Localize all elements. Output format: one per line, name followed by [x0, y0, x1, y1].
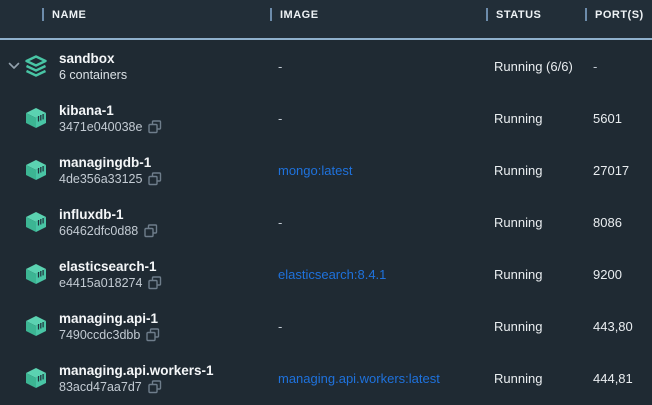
- container-row-managing-api-workers-1[interactable]: managing.api.workers-1 83acd47aa7d7 mana…: [0, 352, 652, 404]
- copy-id-button[interactable]: [148, 172, 162, 186]
- container-image: -: [270, 215, 486, 230]
- container-status: Running: [486, 111, 585, 126]
- copy-id-button[interactable]: [148, 276, 162, 290]
- copy-icon: [144, 224, 158, 238]
- container-ports: 9200: [585, 267, 652, 282]
- column-header-image[interactable]: IMAGE: [270, 0, 486, 38]
- container-image-link[interactable]: mongo:latest: [278, 163, 352, 178]
- copy-id-button[interactable]: [144, 224, 158, 238]
- container-cube-icon: [24, 107, 48, 129]
- container-cube-icon: [24, 315, 48, 337]
- container-name-cell: managing.api.workers-1 83acd47aa7d7: [0, 362, 270, 395]
- container-row-managingdb-1[interactable]: managingdb-1 4de356a33125 mongo:latest R…: [0, 144, 652, 196]
- container-ports: 27017: [585, 163, 652, 178]
- column-divider: [486, 8, 488, 21]
- container-name-cell: managing.api-1 7490ccdc3dbb: [0, 310, 270, 343]
- container-ports: 5601: [585, 111, 652, 126]
- container-name: kibana-1: [59, 102, 162, 119]
- container-name: influxdb-1: [59, 206, 158, 223]
- table-header: NAME IMAGE STATUS PORT(S): [0, 0, 652, 40]
- column-header-ports[interactable]: PORT(S): [585, 0, 652, 38]
- column-header-status-label: STATUS: [496, 9, 541, 21]
- container-name-cell: influxdb-1 66462dfc0d88: [0, 206, 270, 239]
- container-id: 7490ccdc3dbb: [59, 327, 140, 343]
- chevron-down-icon: [8, 61, 20, 71]
- group-row-sandbox[interactable]: sandbox 6 containers - Running (6/6) -: [0, 40, 652, 92]
- container-ports: 444,81: [585, 371, 652, 386]
- container-row-influxdb-1[interactable]: influxdb-1 66462dfc0d88 - Running 8086: [0, 196, 652, 248]
- container-image: -: [270, 319, 486, 334]
- container-name: managing.api.workers-1: [59, 362, 214, 379]
- container-name-cell: kibana-1 3471e040038e: [0, 102, 270, 135]
- collapse-toggle[interactable]: [8, 61, 24, 71]
- column-divider: [42, 8, 44, 21]
- container-row-elasticsearch-1[interactable]: elasticsearch-1 e4415a018274 elasticsear…: [0, 248, 652, 300]
- copy-icon: [148, 172, 162, 186]
- container-row-kibana-1[interactable]: kibana-1 3471e040038e - Running 5601: [0, 92, 652, 144]
- column-header-name[interactable]: NAME: [0, 0, 270, 38]
- container-id: 66462dfc0d88: [59, 223, 138, 239]
- copy-id-button[interactable]: [146, 328, 160, 342]
- container-image: -: [270, 111, 486, 126]
- container-cube-icon: [24, 211, 48, 233]
- container-image-link[interactable]: elasticsearch:8.4.1: [278, 267, 386, 282]
- column-divider: [270, 8, 272, 21]
- container-cube-icon: [24, 263, 48, 285]
- container-id: 3471e040038e: [59, 119, 142, 135]
- column-header-status[interactable]: STATUS: [486, 0, 585, 38]
- copy-icon: [148, 380, 162, 394]
- containers-table: NAME IMAGE STATUS PORT(S) sandbox 6 cont…: [0, 0, 652, 405]
- group-container-count: 6 containers: [59, 67, 127, 83]
- column-divider: [585, 8, 587, 21]
- stack-layers-icon: [24, 55, 48, 78]
- container-id: 83acd47aa7d7: [59, 379, 142, 395]
- container-cube-icon: [24, 159, 48, 181]
- column-header-ports-label: PORT(S): [595, 9, 644, 21]
- copy-id-button[interactable]: [148, 380, 162, 394]
- container-id: e4415a018274: [59, 275, 142, 291]
- group-name-cell: sandbox 6 containers: [0, 50, 270, 83]
- container-status: Running: [486, 215, 585, 230]
- container-status: Running: [486, 371, 585, 386]
- container-name-cell: elasticsearch-1 e4415a018274: [0, 258, 270, 291]
- column-header-image-label: IMAGE: [280, 9, 319, 21]
- group-ports-cell: -: [585, 59, 652, 74]
- group-status-cell: Running (6/6): [486, 59, 585, 74]
- container-name: managing.api-1: [59, 310, 160, 327]
- copy-icon: [148, 120, 162, 134]
- container-status: Running: [486, 267, 585, 282]
- container-id: 4de356a33125: [59, 171, 142, 187]
- group-image-cell: -: [270, 59, 486, 74]
- container-row-managing-api-1[interactable]: managing.api-1 7490ccdc3dbb - Running 44…: [0, 300, 652, 352]
- container-image-link[interactable]: managing.api.workers:latest: [278, 371, 440, 386]
- container-status: Running: [486, 319, 585, 334]
- container-name: managingdb-1: [59, 154, 162, 171]
- container-status: Running: [486, 163, 585, 178]
- copy-icon: [148, 276, 162, 290]
- container-cube-icon: [24, 367, 48, 389]
- container-ports: 8086: [585, 215, 652, 230]
- copy-id-button[interactable]: [148, 120, 162, 134]
- container-name-cell: managingdb-1 4de356a33125: [0, 154, 270, 187]
- column-header-name-label: NAME: [52, 9, 86, 21]
- container-name: elasticsearch-1: [59, 258, 162, 275]
- copy-icon: [146, 328, 160, 342]
- group-name: sandbox: [59, 50, 127, 67]
- container-ports: 443,80: [585, 319, 652, 334]
